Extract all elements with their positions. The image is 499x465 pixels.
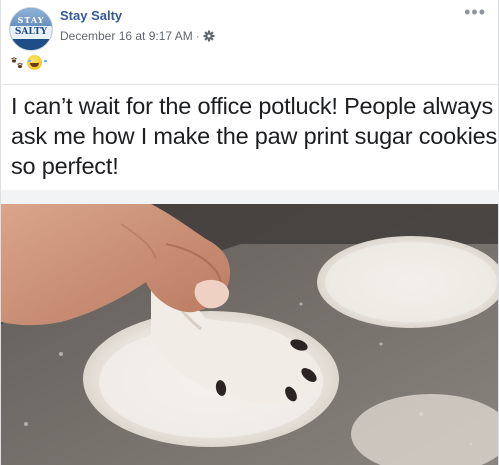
page-avatar[interactable]: STAY SALTY <box>9 7 53 51</box>
laughing-emoji-icon <box>27 55 47 70</box>
gear-icon[interactable] <box>203 30 215 42</box>
author-name-link[interactable]: Stay Salty <box>60 8 122 23</box>
avatar-sea <box>10 39 52 50</box>
meta-separator: · <box>195 29 200 43</box>
post-meta: December 16 at 9:17 AM · <box>60 29 215 43</box>
avatar-logo-top: STAY <box>17 15 45 25</box>
post-header: STAY SALTY Stay Salty December 16 at 9:1… <box>1 0 498 80</box>
avatar-logo-bottom: SALTY <box>14 27 48 37</box>
divider-band <box>1 190 499 204</box>
post-timestamp-link[interactable]: December 16 at 9:17 AM <box>60 29 193 43</box>
post-caption: I can’t wait for the office potluck! Peo… <box>11 93 498 179</box>
emoji-row <box>10 55 47 70</box>
post-photo[interactable] <box>1 204 498 465</box>
more-options-icon[interactable]: ••• <box>464 3 486 21</box>
caption-box: I can’t wait for the office potluck! Peo… <box>2 84 498 190</box>
facebook-post: STAY SALTY Stay Salty December 16 at 9:1… <box>0 0 499 465</box>
paw-prints-icon <box>11 56 23 68</box>
